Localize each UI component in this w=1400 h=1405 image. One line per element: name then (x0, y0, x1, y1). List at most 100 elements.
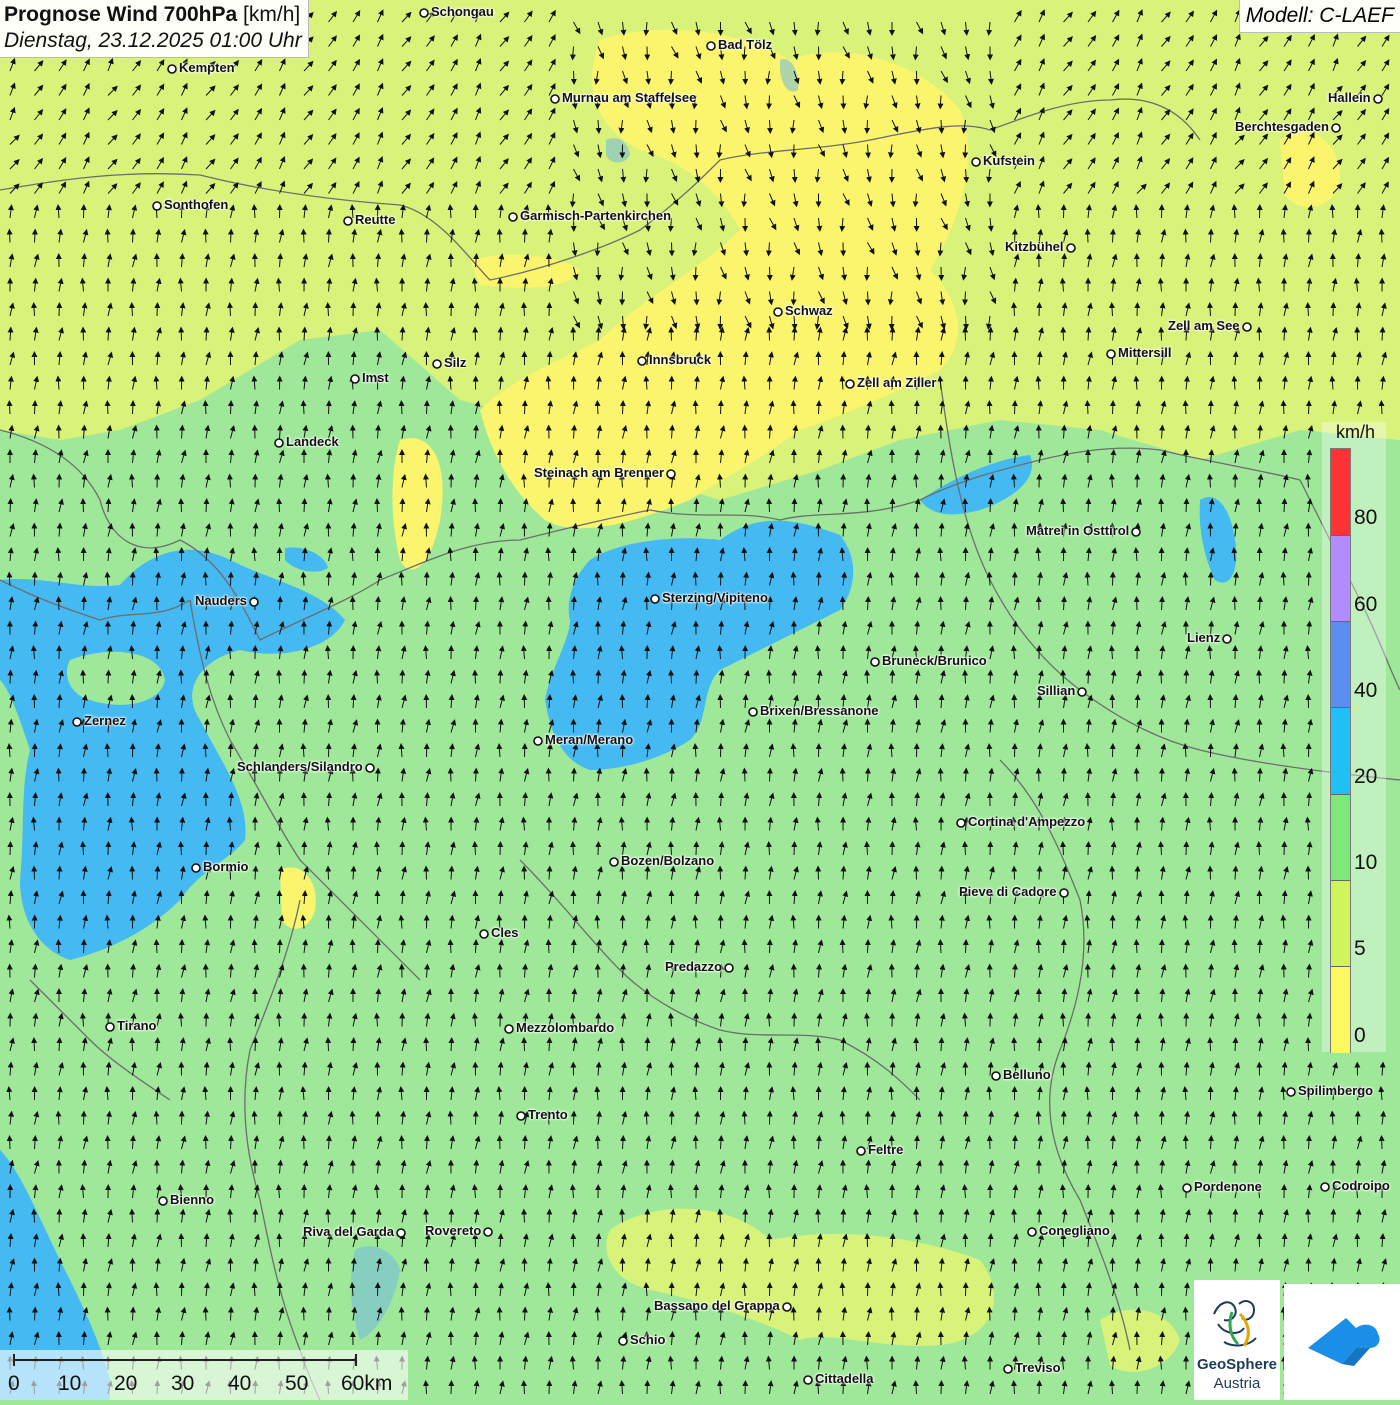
wind-arrow (1234, 942, 1235, 953)
city-label: Kitzbühel (1005, 240, 1064, 254)
wind-arrow (378, 771, 379, 782)
wind-arrow (1014, 305, 1015, 316)
wind-arrow (941, 771, 942, 782)
wind-arrow (426, 1383, 427, 1394)
wind-arrow (303, 403, 304, 414)
wind-arrow (1235, 1040, 1236, 1051)
wind-arrow (499, 403, 500, 414)
city-label: Tirano (117, 1019, 157, 1033)
wind-arrow (941, 120, 942, 131)
city-label: Cittadella (815, 1372, 874, 1386)
wind-arrow (794, 330, 795, 341)
wind-arrow (818, 1040, 819, 1051)
wind-arrow (328, 305, 329, 316)
wind-arrow (1063, 844, 1064, 855)
wind-arrow (206, 232, 207, 243)
wind-arrow (304, 232, 305, 243)
city-marker (1067, 244, 1075, 252)
city-marker (275, 439, 283, 447)
wind-arrow (622, 1040, 623, 1051)
wind-arrow (770, 267, 771, 278)
wind-arrow (231, 232, 232, 243)
wind-arrow (794, 673, 795, 684)
city-marker (1078, 688, 1086, 696)
city-label: Kempten (179, 61, 235, 75)
wind-arrow (646, 942, 647, 953)
wind-arrow (672, 942, 673, 953)
city-marker (509, 213, 517, 221)
wind-arrow (1015, 403, 1016, 414)
wind-arrow (304, 673, 305, 684)
wind-arrow (156, 942, 157, 953)
city-marker (783, 1303, 791, 1311)
wind-arrow (133, 403, 134, 414)
city-label: Zell am See (1168, 319, 1240, 333)
wind-arrow (695, 403, 696, 414)
wind-arrow (401, 403, 402, 414)
wind-arrow (892, 1310, 893, 1321)
wind-arrow (10, 1310, 11, 1321)
wind-arrow (622, 1383, 623, 1394)
wind-arrow (58, 1114, 59, 1125)
wind-arrow (745, 771, 746, 782)
wind-arrow (647, 1212, 648, 1223)
wind-arrow (843, 1212, 844, 1223)
wind-arrow (451, 771, 452, 782)
geosphere-logo[interactable]: GeoSphere Austria (1194, 1280, 1280, 1400)
wind-arrow (353, 1212, 354, 1223)
wind-arrow (647, 869, 648, 880)
wind-arrow (868, 771, 869, 782)
wind-arrow (157, 771, 158, 782)
wind-arrow (1308, 305, 1309, 316)
legend-tick-5: 5 (1354, 937, 1366, 961)
city-label: Feltre (868, 1143, 903, 1157)
wind-arrow (770, 120, 771, 131)
city-label: Lienz (1187, 631, 1220, 645)
city-marker (774, 308, 782, 316)
city-label: Trento (528, 1108, 568, 1122)
wind-arrow (647, 1040, 648, 1051)
wind-arrow (843, 96, 844, 107)
legend-segment-10-20 (1331, 794, 1350, 881)
wind-arrow (892, 330, 893, 341)
wind-arrow (1137, 869, 1138, 880)
wind-arrow (254, 1114, 255, 1125)
city-label: Cles (491, 926, 518, 940)
wind-arrow (1284, 673, 1285, 684)
wind-arrow (1112, 305, 1113, 316)
city-marker (619, 1337, 627, 1345)
wind-arrow (1333, 1212, 1334, 1223)
wind-arrow (549, 1212, 550, 1223)
weather-app-logo[interactable] (1284, 1284, 1400, 1400)
wind-arrow (84, 942, 85, 953)
wind-arrow (1186, 232, 1187, 243)
legend-tick-10: 10 (1354, 851, 1377, 875)
wind-arrow (303, 575, 304, 586)
wind-arrow (1113, 232, 1114, 243)
geosphere-logo-line2: Austria (1194, 1375, 1280, 1392)
wind-arrow (156, 1114, 157, 1125)
wind-arrow (769, 673, 770, 684)
wind-arrow (1382, 232, 1383, 243)
city-label: Treviso (1015, 1361, 1061, 1375)
legend-segment-0-5 (1331, 966, 1350, 1053)
wind-arrow (867, 844, 868, 855)
city-label: Bienno (170, 1193, 214, 1207)
scale-bar: 0 10 20 30 40 50 60km (0, 1350, 408, 1400)
wind-arrow (1235, 1212, 1236, 1223)
wind-arrow (35, 403, 36, 414)
wind-arrow (427, 1310, 428, 1321)
wind-arrow (990, 1310, 991, 1321)
city-marker (1028, 1228, 1036, 1236)
city-marker (638, 357, 646, 365)
wind-arrow (1186, 501, 1187, 512)
wind-arrow (1235, 771, 1236, 782)
wind-arrow (426, 1040, 427, 1051)
wind-arrow (1235, 869, 1236, 880)
wind-arrow (1088, 673, 1089, 684)
scale-label-10: 10 (58, 1372, 81, 1396)
wind-arrow (574, 71, 575, 82)
wind-arrow (1039, 1212, 1040, 1223)
wind-arrow (965, 501, 966, 512)
scale-label-60km: 60km (341, 1372, 392, 1396)
